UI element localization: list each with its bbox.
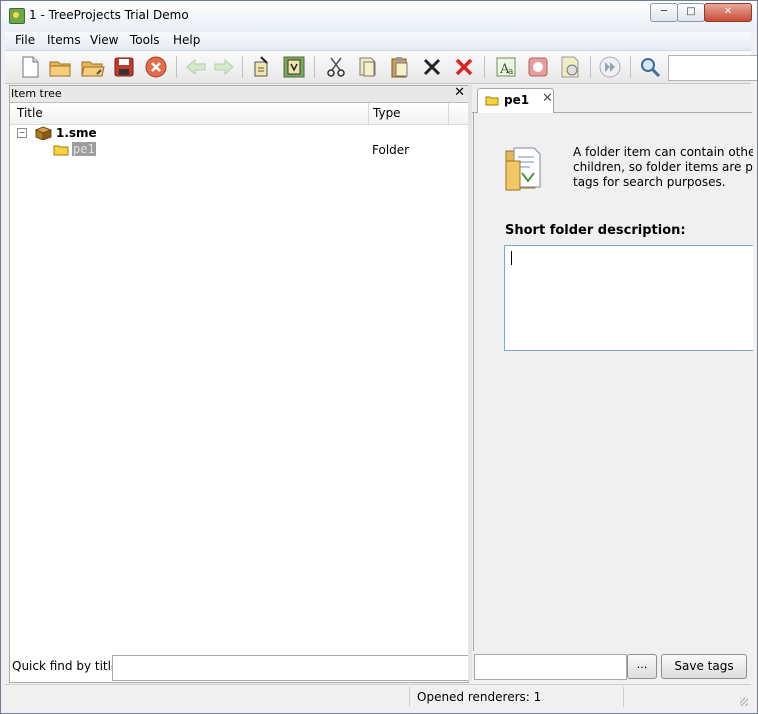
toolbar-separator <box>630 56 631 78</box>
browse-tags-button[interactable]: ... <box>627 654 657 679</box>
search-icon[interactable] <box>637 54 663 80</box>
pane-splitter[interactable] <box>468 85 472 681</box>
status-divider <box>623 687 624 707</box>
svg-text:a: a <box>508 67 514 77</box>
delete-red-icon[interactable] <box>451 54 477 80</box>
toolbar: Aa <box>5 51 757 84</box>
menu-items[interactable]: Items <box>47 33 81 47</box>
short-description-textarea[interactable] <box>504 245 753 351</box>
open-recent-icon[interactable] <box>79 54 105 80</box>
item-tree-title: Item tree <box>11 87 62 100</box>
paste-icon[interactable] <box>387 54 413 80</box>
tree-root-label[interactable]: 1.sme <box>56 126 97 140</box>
status-divider <box>409 687 410 707</box>
minimize-button[interactable]: ─ <box>650 3 678 22</box>
column-type[interactable]: Type <box>373 106 401 120</box>
toolbar-search-input[interactable] <box>668 55 757 81</box>
project-box-icon <box>35 126 52 140</box>
maximize-button[interactable]: □ <box>677 3 705 22</box>
resize-grip-icon[interactable] <box>740 698 748 706</box>
folder-editor-content: A folder item can contain other it child… <box>473 113 753 651</box>
quick-find-input[interactable] <box>112 655 471 681</box>
description-line: tags for search purposes. <box>573 175 726 189</box>
folder-description-text: A folder item can contain other it child… <box>573 145 753 190</box>
tab-pe1[interactable]: pe1 ✕ <box>477 88 554 113</box>
folder-icon <box>485 96 499 106</box>
tags-input[interactable] <box>474 654 627 680</box>
forward-arrow-icon[interactable] <box>211 54 237 80</box>
tree-item-label[interactable]: pe1 <box>72 142 96 156</box>
menu-tools[interactable]: Tools <box>130 33 160 47</box>
app-window: 1 - TreeProjects Trial Demo ─ □ ✕ File I… <box>0 0 758 714</box>
tree-column-header: Title Type <box>10 103 468 125</box>
pane-close-icon[interactable]: ✕ <box>454 85 465 100</box>
menu-file[interactable]: File <box>15 33 35 47</box>
menu-view[interactable]: View <box>90 33 118 47</box>
column-divider[interactable] <box>448 103 449 124</box>
toolbar-separator <box>314 56 315 78</box>
text-font-icon[interactable]: Aa <box>493 54 519 80</box>
window-title: 1 - TreeProjects Trial Demo <box>29 8 189 22</box>
column-title[interactable]: Title <box>17 106 43 120</box>
folder-icon <box>53 145 69 156</box>
open-folder-icon[interactable] <box>47 54 73 80</box>
tab-label: pe1 <box>504 93 530 107</box>
item-tree-header: Item tree ✕ <box>10 85 468 103</box>
cross-black-icon[interactable] <box>419 54 445 80</box>
save-tags-button[interactable]: Save tags <box>661 654 747 679</box>
cut-icon[interactable] <box>323 54 349 80</box>
short-description-heading: Short folder description: <box>505 223 686 238</box>
description-line: children, so folder items are provi <box>573 160 753 174</box>
description-line: A folder item can contain other it <box>573 145 753 159</box>
print-icon[interactable] <box>525 54 551 80</box>
menu-help[interactable]: Help <box>173 33 200 47</box>
column-divider[interactable] <box>368 103 369 124</box>
status-text: Opened renderers: 1 <box>417 690 542 704</box>
toolbar-separator <box>590 56 591 78</box>
copy-icon[interactable] <box>355 54 381 80</box>
close-circle-icon[interactable] <box>143 54 169 80</box>
item-tree-pane: Item tree ✕ Title Type − 1.sme pe1 Folde… <box>9 85 469 683</box>
tab-close-icon[interactable]: ✕ <box>542 91 553 106</box>
paste-special-icon[interactable] <box>281 54 307 80</box>
status-bar: Opened renderers: 1 <box>5 684 751 709</box>
title-bar: 1 - TreeProjects Trial Demo ─ □ ✕ <box>1 1 757 31</box>
toolbar-separator <box>176 56 177 78</box>
toolbar-separator <box>484 56 485 78</box>
editor-tab-strip: pe1 ✕ <box>472 85 752 113</box>
tree-item-type: Folder <box>372 143 410 157</box>
text-caret <box>511 251 512 265</box>
play-forward-icon[interactable] <box>597 54 623 80</box>
app-logo-icon <box>9 8 25 24</box>
close-window-button[interactable]: ✕ <box>704 3 752 22</box>
clipboard-pin-icon[interactable] <box>249 54 275 80</box>
document-clock-icon[interactable] <box>557 54 583 80</box>
folder-document-icon <box>505 147 541 191</box>
toolbar-separator <box>242 56 243 78</box>
save-icon[interactable] <box>111 54 137 80</box>
collapse-toggle-icon[interactable]: − <box>17 128 27 138</box>
new-file-icon[interactable] <box>17 54 43 80</box>
menu-bar: File Items View Tools Help <box>5 32 751 51</box>
back-arrow-icon[interactable] <box>183 54 209 80</box>
quick-find-label: Quick find by title: <box>12 659 123 673</box>
